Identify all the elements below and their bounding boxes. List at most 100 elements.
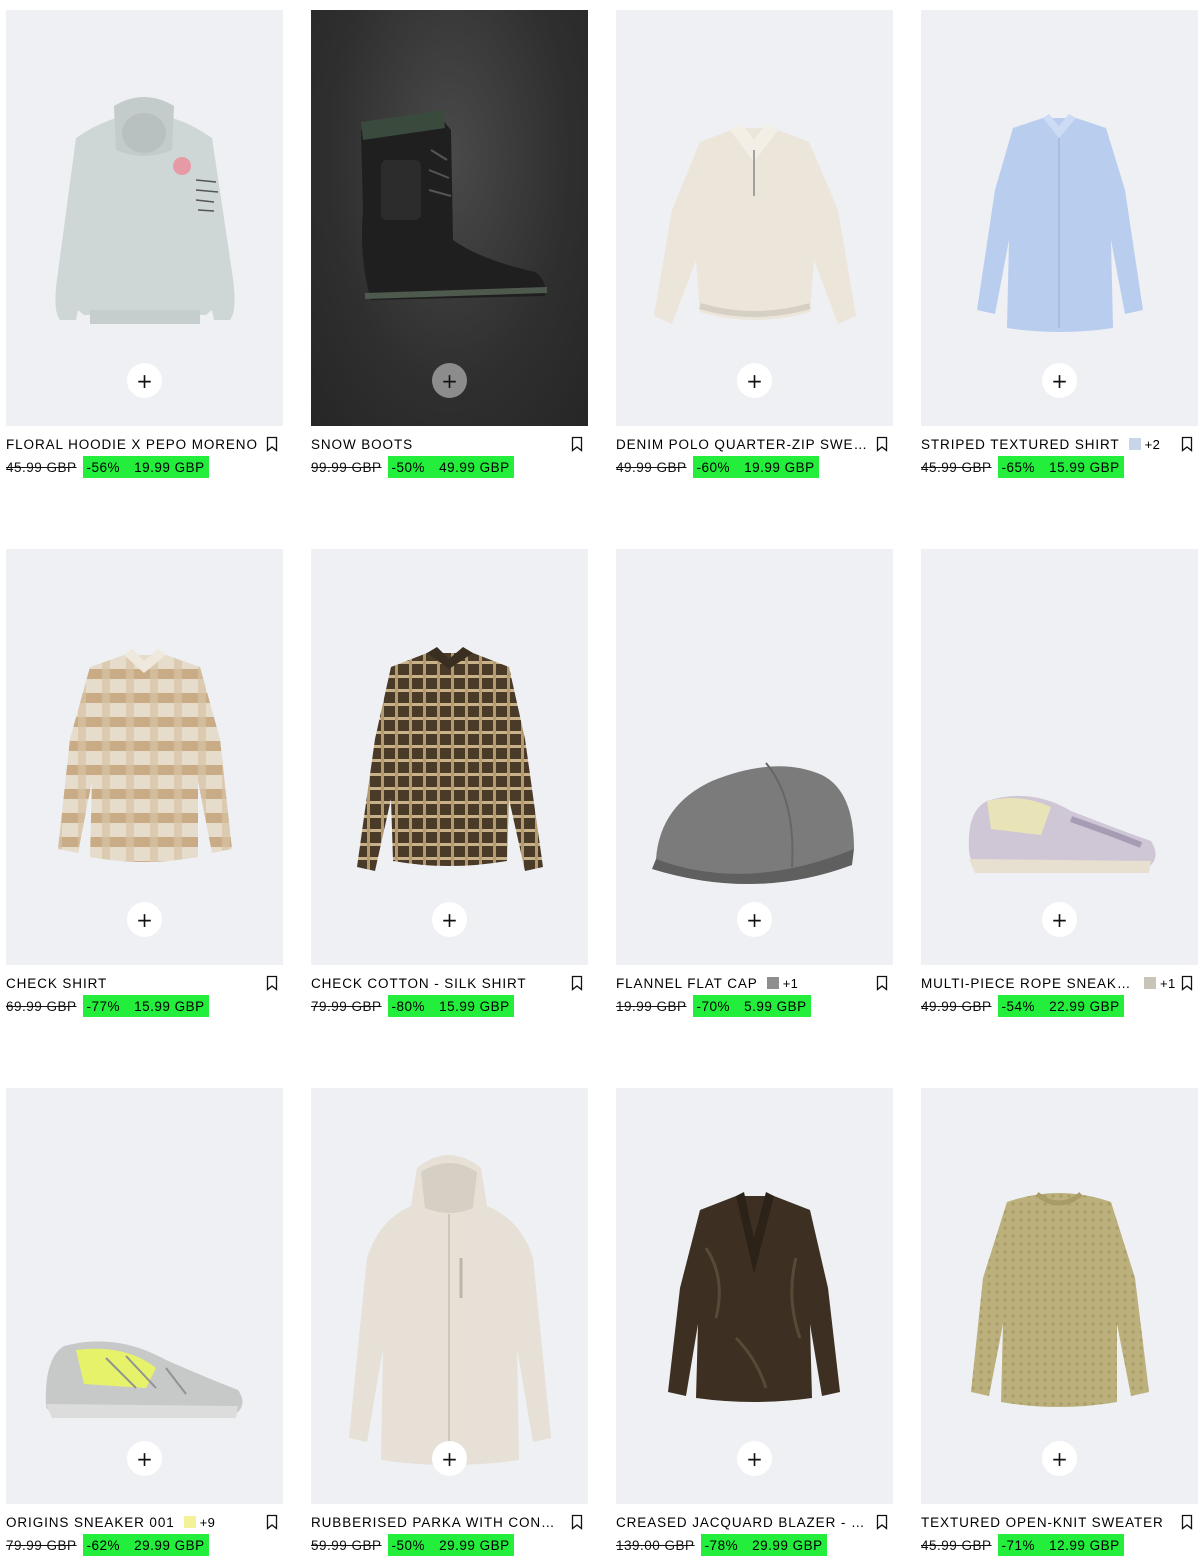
bookmark-icon[interactable] bbox=[876, 1514, 888, 1530]
product-card[interactable]: + ORIGINS SNEAKER 001 +9 79.99 GBP -62% … bbox=[6, 1088, 283, 1556]
discount-percent: -77% bbox=[86, 998, 121, 1014]
add-to-cart-button[interactable]: + bbox=[1042, 1441, 1077, 1476]
product-name[interactable]: CHECK COTTON - SILK SHIRT bbox=[311, 976, 527, 991]
sale-price: 19.99 GBP bbox=[744, 459, 815, 475]
sale-badge: -77% 15.99 GBP bbox=[82, 995, 209, 1017]
product-image[interactable]: + bbox=[921, 549, 1198, 965]
product-card[interactable]: + FLORAL HOODIE X PEPO MORENO 45.99 GBP … bbox=[6, 10, 283, 478]
bookmark-icon[interactable] bbox=[876, 436, 888, 452]
product-image[interactable]: + bbox=[921, 10, 1198, 426]
product-image[interactable]: + bbox=[6, 1088, 283, 1504]
sale-price: 5.99 GBP bbox=[744, 998, 807, 1014]
sale-price: 29.99 GBP bbox=[439, 1537, 510, 1553]
product-name[interactable]: CHECK SHIRT bbox=[6, 976, 107, 991]
product-card[interactable]: + DENIM POLO QUARTER-ZIP SWEATSHIRT 49.9… bbox=[616, 10, 893, 478]
original-price: 79.99 GBP bbox=[311, 998, 382, 1014]
product-card[interactable]: + SNOW BOOTS 99.99 GBP -50% 49.99 GBP bbox=[311, 10, 588, 478]
product-card[interactable]: + TEXTURED OPEN-KNIT SWEATER 45.99 GBP -… bbox=[921, 1088, 1198, 1556]
more-colors-count: +1 bbox=[782, 975, 799, 991]
sale-price: 15.99 GBP bbox=[1049, 459, 1120, 475]
discount-percent: -54% bbox=[1001, 998, 1036, 1014]
more-colors-count: +2 bbox=[1144, 436, 1161, 452]
add-to-cart-button[interactable]: + bbox=[432, 902, 467, 937]
product-name[interactable]: STRIPED TEXTURED SHIRT bbox=[921, 437, 1120, 452]
add-to-cart-button[interactable]: + bbox=[432, 1441, 467, 1476]
color-swatch[interactable] bbox=[1128, 438, 1141, 450]
bookmark-icon[interactable] bbox=[571, 1514, 583, 1530]
product-card[interactable]: + CREASED JACQUARD BLAZER - LIMITED 139.… bbox=[616, 1088, 893, 1556]
bookmark-icon[interactable] bbox=[1181, 436, 1193, 452]
original-price: 45.99 GBP bbox=[921, 459, 992, 475]
product-name[interactable]: CREASED JACQUARD BLAZER - LIMITED bbox=[616, 1515, 868, 1530]
product-name[interactable]: FLORAL HOODIE X PEPO MORENO bbox=[6, 437, 258, 452]
product-name[interactable]: DENIM POLO QUARTER-ZIP SWEATSHIRT bbox=[616, 437, 868, 452]
product-image[interactable]: + bbox=[616, 10, 893, 426]
add-to-cart-button[interactable]: + bbox=[1042, 902, 1077, 937]
sale-price: 29.99 GBP bbox=[134, 1537, 205, 1553]
bookmark-icon[interactable] bbox=[571, 436, 583, 452]
original-price: 19.99 GBP bbox=[616, 998, 687, 1014]
add-to-cart-button[interactable]: + bbox=[737, 902, 772, 937]
add-to-cart-button[interactable]: + bbox=[432, 363, 467, 398]
product-name[interactable]: TEXTURED OPEN-KNIT SWEATER bbox=[921, 1515, 1164, 1530]
product-image[interactable]: + bbox=[921, 1088, 1198, 1504]
sale-price: 49.99 GBP bbox=[439, 459, 510, 475]
product-name[interactable]: SNOW BOOTS bbox=[311, 437, 413, 452]
sale-badge: -78% 29.99 GBP bbox=[700, 1534, 827, 1556]
add-to-cart-button[interactable]: + bbox=[127, 363, 162, 398]
product-image[interactable]: + bbox=[6, 10, 283, 426]
product-card[interactable]: + MULTI-PIECE ROPE SNEAKERS +1 49.99 GBP… bbox=[921, 549, 1198, 1017]
original-price: 49.99 GBP bbox=[616, 459, 687, 475]
add-to-cart-button[interactable]: + bbox=[737, 363, 772, 398]
bookmark-icon[interactable] bbox=[876, 975, 888, 991]
original-price: 45.99 GBP bbox=[6, 459, 77, 475]
sale-badge: -62% 29.99 GBP bbox=[82, 1534, 209, 1556]
product-name[interactable]: MULTI-PIECE ROPE SNEAKERS bbox=[921, 976, 1135, 991]
product-card[interactable]: + FLANNEL FLAT CAP +1 19.99 GBP -70% 5.9… bbox=[616, 549, 893, 1017]
discount-percent: -70% bbox=[696, 998, 731, 1014]
product-image[interactable]: + bbox=[6, 549, 283, 965]
add-to-cart-button[interactable]: + bbox=[127, 1441, 162, 1476]
sale-badge: -60% 19.99 GBP bbox=[692, 456, 819, 478]
discount-percent: -62% bbox=[86, 1537, 121, 1553]
discount-percent: -78% bbox=[704, 1537, 739, 1553]
bookmark-icon[interactable] bbox=[266, 1514, 278, 1530]
add-to-cart-button[interactable]: + bbox=[1042, 363, 1077, 398]
product-image[interactable]: + bbox=[311, 10, 588, 426]
add-to-cart-button[interactable]: + bbox=[127, 902, 162, 937]
product-image[interactable]: + bbox=[311, 549, 588, 965]
discount-percent: -50% bbox=[391, 459, 426, 475]
product-card[interactable]: + RUBBERISED PARKA WITH CONTRAST 59.99 G… bbox=[311, 1088, 588, 1556]
original-price: 79.99 GBP bbox=[6, 1537, 77, 1553]
product-image[interactable]: + bbox=[616, 1088, 893, 1504]
sale-price: 29.99 GBP bbox=[752, 1537, 823, 1553]
product-image[interactable]: + bbox=[616, 549, 893, 965]
bookmark-icon[interactable] bbox=[266, 975, 278, 991]
product-card[interactable]: + CHECK COTTON - SILK SHIRT 79.99 GBP -8… bbox=[311, 549, 588, 1017]
original-price: 49.99 GBP bbox=[921, 998, 992, 1014]
sale-badge: -56% 19.99 GBP bbox=[82, 456, 209, 478]
color-swatch[interactable] bbox=[183, 1516, 196, 1528]
product-image[interactable]: + bbox=[311, 1088, 588, 1504]
bookmark-icon[interactable] bbox=[1181, 1514, 1193, 1530]
product-card[interactable]: + STRIPED TEXTURED SHIRT +2 45.99 GBP -6… bbox=[921, 10, 1198, 478]
bookmark-icon[interactable] bbox=[571, 975, 583, 991]
product-name[interactable]: FLANNEL FLAT CAP bbox=[616, 976, 758, 991]
color-swatch[interactable] bbox=[1144, 977, 1156, 989]
original-price: 45.99 GBP bbox=[921, 1537, 992, 1553]
bookmark-icon[interactable] bbox=[1181, 975, 1193, 991]
product-name[interactable]: ORIGINS SNEAKER 001 bbox=[6, 1515, 175, 1530]
color-swatch[interactable] bbox=[766, 977, 779, 989]
sale-badge: -50% 49.99 GBP bbox=[387, 456, 514, 478]
sale-badge: -65% 15.99 GBP bbox=[997, 456, 1124, 478]
sale-price: 12.99 GBP bbox=[1049, 1537, 1120, 1553]
more-colors-count: +9 bbox=[199, 1514, 216, 1530]
sale-badge: -50% 29.99 GBP bbox=[387, 1534, 514, 1556]
product-card[interactable]: + CHECK SHIRT 69.99 GBP -77% 15.99 GBP bbox=[6, 549, 283, 1017]
sale-price: 15.99 GBP bbox=[134, 998, 205, 1014]
bookmark-icon[interactable] bbox=[266, 436, 278, 452]
add-to-cart-button[interactable]: + bbox=[737, 1441, 772, 1476]
sale-price: 15.99 GBP bbox=[439, 998, 510, 1014]
product-name[interactable]: RUBBERISED PARKA WITH CONTRAST bbox=[311, 1515, 563, 1530]
sale-price: 22.99 GBP bbox=[1049, 998, 1120, 1014]
